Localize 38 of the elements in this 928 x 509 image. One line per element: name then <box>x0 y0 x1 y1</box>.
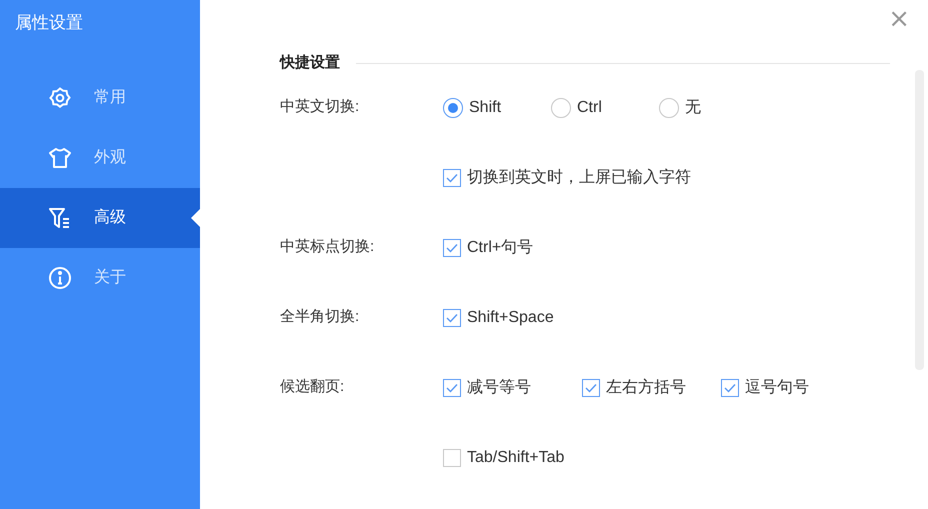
option-label[interactable]: 左右方括号 <box>606 376 686 400</box>
field-label: 中英标点切换: <box>280 238 374 256</box>
field-label: 中英文切换: <box>280 98 360 116</box>
checkbox[interactable] <box>721 378 739 396</box>
pointer-icon <box>191 209 200 227</box>
radio-button[interactable] <box>551 98 571 118</box>
radio-button[interactable] <box>443 98 463 118</box>
field-label: 候选翻页: <box>280 378 344 396</box>
option-label[interactable]: Shift <box>469 96 502 120</box>
check-icon <box>446 312 458 322</box>
checkbox[interactable] <box>443 378 461 396</box>
check-icon <box>585 382 597 392</box>
field-label: 全半角切换: <box>280 308 360 326</box>
checkbox[interactable] <box>443 168 461 186</box>
option-label[interactable]: Shift+Space <box>467 306 554 330</box>
check-icon <box>724 382 736 392</box>
radio-button[interactable] <box>659 98 679 118</box>
shirt-icon <box>48 147 72 169</box>
option-label[interactable]: 逗号句号 <box>745 376 809 400</box>
checkbox[interactable] <box>443 448 461 466</box>
option-label[interactable]: Tab/Shift+Tab <box>467 446 564 470</box>
option-label[interactable]: 无 <box>685 96 701 120</box>
option-label[interactable]: Ctrl+句号 <box>467 236 534 260</box>
filter-icon <box>48 207 72 229</box>
check-icon <box>446 172 458 182</box>
checkbox[interactable] <box>582 378 600 396</box>
option-label[interactable]: Ctrl <box>577 96 602 120</box>
window-title: 属性设置 <box>14 12 83 34</box>
gear-icon <box>48 86 72 110</box>
sidebar-item[interactable]: 高级 <box>0 188 200 248</box>
checkbox[interactable] <box>443 238 461 256</box>
section-heading: 快捷设置 <box>280 53 340 73</box>
check-icon <box>446 242 458 252</box>
check-icon <box>446 382 458 392</box>
checkbox[interactable] <box>443 308 461 326</box>
info-icon <box>48 266 72 290</box>
option-label[interactable]: 切换到英文时，上屏已输入字符 <box>467 166 691 190</box>
option-label[interactable]: 减号等号 <box>467 376 531 400</box>
